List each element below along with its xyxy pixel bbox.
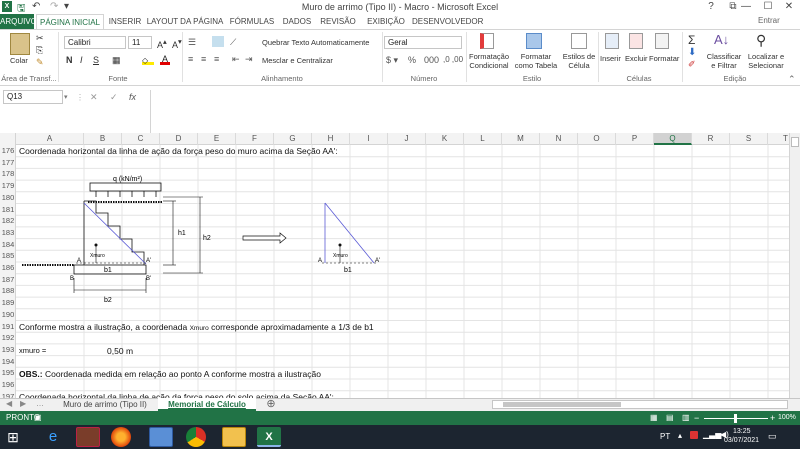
zoom-in-icon[interactable]: +	[770, 413, 775, 423]
firefox-icon[interactable]	[111, 427, 131, 447]
triangle-b1-label: b1	[344, 267, 352, 274]
triangle-xmuro-label: Xmuro	[333, 253, 348, 259]
file-explorer-icon[interactable]	[222, 427, 246, 447]
retaining-wall-diagram: q (kN/m²) Xmuro A A' B B' b1 b2 h1 h2 Xm…	[22, 176, 380, 304]
windows-start-icon[interactable]: ⊞	[4, 428, 22, 446]
transform-arrow-icon	[242, 232, 287, 244]
page-break-view-icon[interactable]: ▥	[682, 413, 690, 422]
b2-dimension	[73, 278, 147, 293]
scroll-sheets-right-icon[interactable]: ▶	[20, 399, 26, 408]
point-a-prime: A'	[146, 258, 151, 264]
h2-label: h2	[203, 235, 211, 242]
load-arrows	[89, 182, 162, 197]
network-app-icon[interactable]	[149, 427, 173, 447]
antivirus-tray-icon[interactable]	[690, 431, 698, 439]
language-indicator[interactable]: PT	[660, 432, 670, 441]
scroll-thumb[interactable]	[791, 137, 799, 147]
chrome-icon[interactable]	[186, 427, 206, 447]
point-a: A	[77, 258, 81, 264]
xmuro-label: Xmuro	[90, 253, 105, 259]
clock-date[interactable]: 03/07/2021	[724, 437, 759, 444]
excel-taskbar-icon[interactable]: X	[257, 427, 281, 447]
point-b: B	[70, 276, 74, 282]
b2-label: b2	[104, 297, 112, 304]
h1-label: h1	[178, 230, 186, 237]
notifications-icon[interactable]: ▭	[768, 431, 777, 442]
zoom-level[interactable]: 100%	[778, 414, 796, 421]
macro-record-icon[interactable]: ▣	[34, 413, 42, 422]
horizontal-scrollbar[interactable]	[492, 400, 788, 409]
b1-label: b1	[104, 267, 112, 274]
media-player-icon[interactable]	[76, 427, 100, 447]
scroll-sheets-left-icon[interactable]: ◀	[6, 399, 12, 408]
more-sheets-icon[interactable]: …	[36, 399, 44, 408]
triangle-point-a-prime: A'	[375, 258, 380, 264]
vertical-scrollbar[interactable]	[789, 133, 800, 398]
internet-explorer-icon[interactable]: e	[41, 427, 65, 447]
triangle-point-a: A	[318, 258, 322, 264]
status-bar	[0, 411, 800, 425]
sheet-tab-muro[interactable]: Muro de arrimo (Tipo II)	[52, 398, 158, 411]
zoom-out-icon[interactable]: −	[694, 413, 699, 423]
horizontal-scroll-thumb[interactable]	[503, 402, 621, 407]
point-b-prime: B'	[146, 276, 151, 282]
load-box	[89, 182, 162, 192]
load-label: q (kN/m²)	[113, 176, 142, 183]
network-tray-icon[interactable]: ▁▃▅	[703, 430, 721, 439]
add-sheet-icon[interactable]: ⊕	[264, 398, 278, 411]
zoom-slider-thumb[interactable]	[734, 414, 737, 423]
sheet-tab-memorial[interactable]: Memorial de Cálculo	[158, 398, 256, 411]
page-layout-view-icon[interactable]: ▤	[666, 413, 674, 422]
clock-time[interactable]: 13:25	[733, 428, 751, 435]
show-hidden-icons-icon[interactable]: ▴	[678, 431, 682, 440]
normal-view-icon[interactable]: ▦	[650, 413, 658, 422]
